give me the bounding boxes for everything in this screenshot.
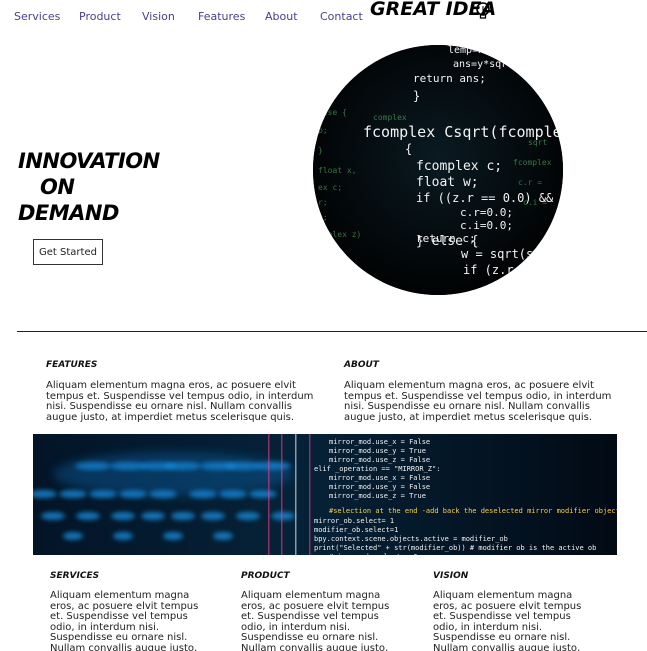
hero-code-image: else { b; float x, ex c; r; c; omplex z) c; fcom… — [313, 45, 563, 295]
banner-bokeh-light — [213, 532, 233, 540]
hero-code-fragment: float x, — [318, 166, 357, 175]
banner-bokeh-light — [236, 512, 260, 520]
vision-text: Aliquam elementum magna eros, ac posuere… — [433, 590, 582, 651]
hero-code-svg: else { b; float x, ex c; r; c; omplex z) c; fcom… — [313, 45, 563, 295]
banner-stripe — [268, 434, 270, 555]
hero-code-fragment: c.r = — [518, 178, 542, 187]
banner-bokeh-light — [76, 512, 100, 520]
banner-stripe — [281, 434, 283, 555]
hero-code-line: float w; — [416, 175, 479, 190]
hero-code-line: } — [413, 89, 420, 103]
hero-code-fragment: } — [318, 146, 323, 155]
banner-bokeh-light — [271, 512, 295, 520]
nav-link-about[interactable]: About — [265, 10, 298, 23]
about-heading: ABOUT — [344, 360, 379, 370]
hero-code-fragment: c; — [318, 248, 328, 257]
hero-code-fragment: else { — [318, 108, 347, 117]
banner-bokeh-light — [63, 532, 83, 540]
hero-code-fragment: c; — [318, 213, 328, 222]
banner-bokeh-light — [201, 512, 225, 520]
hero-code-fragment: complex — [373, 113, 407, 122]
hero-code-fragment: omplex z) — [318, 230, 361, 239]
code-banner-image: mirror_mod.use_x = False mirror_mod.use_y… — [33, 434, 617, 555]
banner-bokeh-light — [113, 532, 133, 540]
hero-code-line: return ans; — [413, 72, 486, 85]
banner-bokeh-light — [141, 512, 165, 520]
hero-code-fragment: ex c; — [318, 183, 342, 192]
services-heading: SERVICES — [50, 571, 100, 581]
hero-code-fragment: r; — [318, 198, 328, 207]
hero-code-line: lemp=x/y; — [448, 45, 502, 56]
hero-code-line: { — [405, 142, 412, 156]
banner-code-line: #selection at the end -add back the dese… — [329, 507, 617, 515]
hero-code-fragment: b; — [318, 126, 328, 135]
features-heading: FEATURES — [46, 360, 98, 370]
banner-code-line: mirror_mod.use_x = False — [329, 474, 430, 482]
banner-code-line: mirror_mod.use_z = False — [329, 456, 430, 464]
page: Services Product Vision Features About C… — [0, 0, 647, 651]
hero-code-line: c.i=0.0; — [460, 219, 513, 232]
nav-link-product[interactable]: Product — [79, 10, 121, 23]
banner-code-line: modifier_ob.select=1 — [314, 526, 398, 534]
hero-code-line: ans=y*sqrt(1.0+temp*temp — [453, 59, 563, 70]
features-text: Aliquam elementum magna eros, ac posuere… — [46, 380, 314, 423]
about-text: Aliquam elementum magna eros, ac posuere… — [344, 380, 612, 423]
section-divider — [17, 331, 647, 332]
banner-code-line: bpy.context.scene.objects.active = modif… — [314, 535, 508, 543]
banner-code-line: mirror_mod.use_y = False — [329, 483, 430, 491]
nav-link-services[interactable]: Services — [14, 10, 60, 23]
banner-code-line: mirror_mod.use_z = True — [329, 492, 426, 500]
banner-glow — [53, 452, 293, 496]
lightbulb-icon — [476, 2, 490, 19]
hero-code-line: if (z.r > 0.0) — [463, 263, 563, 277]
product-heading: PRODUCT — [241, 571, 290, 581]
hero-title-line-2: ON — [40, 175, 75, 199]
hero-title: INNOVATION ON DEMAND — [18, 148, 160, 226]
banner-code-line: mirror_ob.select= 1 — [314, 517, 394, 525]
banner-code-line: mirror_mod.use_x = False — [329, 438, 430, 446]
get-started-button[interactable]: Get Started — [33, 239, 103, 265]
banner-bokeh-light — [171, 512, 195, 520]
banner-bokeh-light — [41, 512, 65, 520]
banner-code-line: mirror_mod.use_y = True — [329, 447, 426, 455]
nav-link-contact[interactable]: Contact — [320, 10, 363, 23]
banner-stripe — [309, 434, 311, 555]
banner-code-line: #mirror_ob.select = 0 — [329, 553, 418, 555]
hero-code-line: c.r=0.0; — [460, 206, 513, 219]
top-nav: Services Product Vision Features About C… — [0, 0, 647, 32]
hero-code-line: fcomplex Csqrt(fcomplex z) — [363, 123, 563, 141]
banner-bokeh-light — [163, 532, 183, 540]
banner-code-line: elif _operation == "MIRROR_Z": — [314, 465, 440, 473]
banner-bokeh-light — [59, 490, 87, 498]
services-text: Aliquam elementum magna eros, ac posuere… — [50, 590, 199, 651]
banner-code-line: print("Selected" + str(modifier_ob)) # m… — [314, 544, 596, 552]
nav-link-features[interactable]: Features — [198, 10, 245, 23]
product-text: Aliquam elementum magna eros, ac posuere… — [241, 590, 390, 651]
vision-heading: VISION — [433, 571, 469, 581]
hero-code-line: w = sqrt(sqrt(z.r — [461, 247, 563, 261]
hero-title-line-1: INNOVATION — [18, 149, 160, 173]
code-banner-svg: mirror_mod.use_x = Falsemirror_mod.use_y… — [33, 434, 617, 555]
hero-title-line-3: DEMAND — [18, 201, 119, 225]
hero-code-line: fcomplex c; — [416, 159, 502, 174]
nav-link-vision[interactable]: Vision — [142, 10, 175, 23]
banner-stripe — [295, 434, 297, 555]
hero-code-line: if ((z.r == 0.0) && (z.i == 0.0)) — [416, 191, 563, 205]
banner-bokeh-light — [249, 490, 277, 498]
hero-code-fragment: fcomplex — [513, 158, 552, 167]
banner-bokeh-light — [111, 512, 135, 520]
